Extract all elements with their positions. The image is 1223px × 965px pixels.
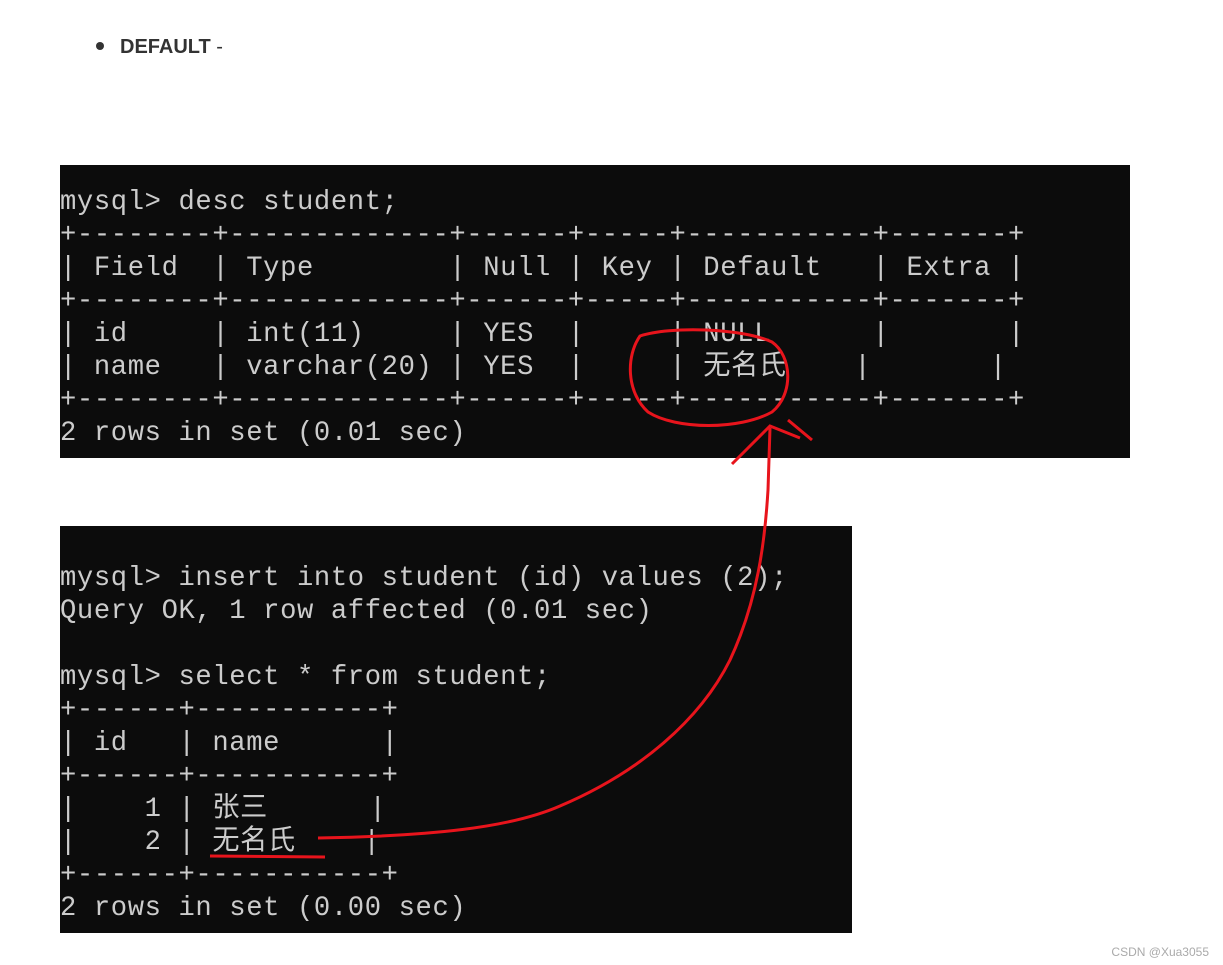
bullet-dot-icon: [96, 41, 104, 50]
terminal-line: +--------+-------------+------+-----+---…: [60, 220, 1025, 251]
terminal-line: Query OK, 1 row affected (0.01 sec): [60, 596, 653, 627]
terminal-insert-select: mysql> insert into student (id) values (…: [60, 526, 852, 933]
terminal-line: +--------+-------------+------+-----+---…: [60, 385, 1025, 416]
terminal-line: | 1 | 张三 |: [60, 794, 387, 825]
terminal-line: | name | varchar(20) | YES | | 无名氏 | |: [60, 352, 1007, 383]
terminal-line: | Field | Type | Null | Key | Default | …: [60, 253, 1025, 284]
terminal-line: mysql> insert into student (id) values (…: [60, 563, 788, 594]
terminal-line: mysql> desc student;: [60, 187, 399, 218]
terminal-output: mysql> desc student; +--------+----------…: [60, 186, 1025, 450]
bullet-term: DEFAULT: [120, 36, 211, 58]
terminal-line: 2 rows in set (0.01 sec): [60, 418, 467, 449]
terminal-line: +--------+-------------+------+-----+---…: [60, 286, 1025, 317]
terminal-line: | id | name |: [60, 728, 399, 759]
terminal-line: +------+-----------+: [60, 761, 399, 792]
terminal-line: mysql> select * from student;: [60, 662, 551, 693]
terminal-line: | 2 | 无名氏 |: [60, 827, 381, 858]
terminal-line: | id | int(11) | YES | | NULL | |: [60, 319, 1025, 350]
terminal-line: +------+-----------+: [60, 860, 399, 891]
terminal-output: mysql> insert into student (id) values (…: [60, 562, 788, 925]
watermark: CSDN @Xua3055: [1111, 945, 1209, 959]
bullet-suffix: -: [210, 36, 223, 58]
bullet-item-default: DEFAULT -: [96, 34, 223, 60]
terminal-line: 2 rows in set (0.00 sec): [60, 893, 467, 924]
terminal-desc-student: mysql> desc student; +--------+----------…: [60, 165, 1130, 458]
terminal-line: +------+-----------+: [60, 695, 399, 726]
